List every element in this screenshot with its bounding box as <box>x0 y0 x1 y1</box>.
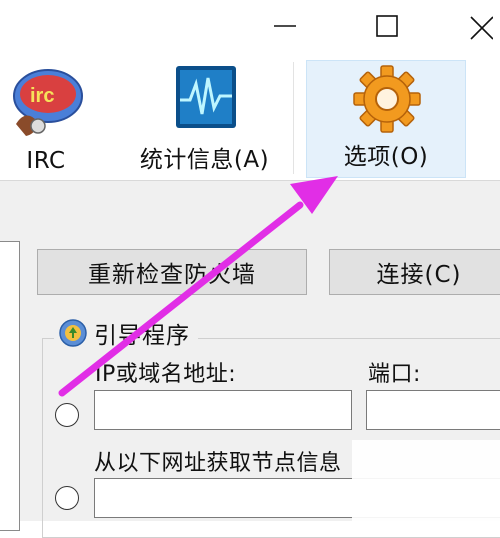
url-source-radio[interactable] <box>55 486 79 510</box>
close-button[interactable] <box>455 0 500 52</box>
maximize-icon <box>376 15 398 37</box>
minimize-icon <box>274 25 296 27</box>
url-source-label: 从以下网址获取节点信息 <box>94 451 342 476</box>
port-input[interactable] <box>366 390 500 430</box>
port-label: 端口: <box>368 362 421 387</box>
watermark-overlay <box>352 440 500 521</box>
bootstrap-group-title: 引导程序 <box>94 323 190 349</box>
recheck-firewall-button[interactable]: 重新检查防火墙 <box>37 249 307 295</box>
statistics-icon <box>176 66 236 128</box>
ip-address-radio[interactable] <box>55 403 79 427</box>
svg-text:irc: irc <box>30 85 54 107</box>
irc-icon: irc <box>13 69 83 136</box>
toolbar-options-label: 选项(O) <box>343 144 429 170</box>
toolbar-options-button[interactable]: 选项(O) <box>306 60 466 178</box>
toolbar-separator <box>293 62 294 174</box>
bootstrap-group-header: 引导程序 <box>54 316 198 350</box>
maximize-button[interactable] <box>357 0 417 52</box>
left-list-panel[interactable] <box>0 241 20 531</box>
minimize-button[interactable] <box>255 0 315 52</box>
title-bar <box>0 0 500 52</box>
toolbar-irc-label: IRC <box>26 148 66 174</box>
toolbar-irc-button[interactable]: irc IRC <box>0 58 92 180</box>
connect-button[interactable]: 连接(C) <box>329 249 500 295</box>
ip-address-input[interactable] <box>94 390 352 430</box>
bootstrap-icon <box>59 319 87 347</box>
toolbar-statistics-button[interactable]: 统计信息(A) <box>122 58 287 180</box>
options-gear-icon <box>353 65 421 133</box>
ip-address-label: IP或域名地址: <box>95 362 237 387</box>
toolbar-statistics-label: 统计信息(A) <box>139 147 270 173</box>
toolbar: irc IRC 统计信息(A) 选项(O) <box>0 52 500 180</box>
close-icon <box>469 16 493 40</box>
